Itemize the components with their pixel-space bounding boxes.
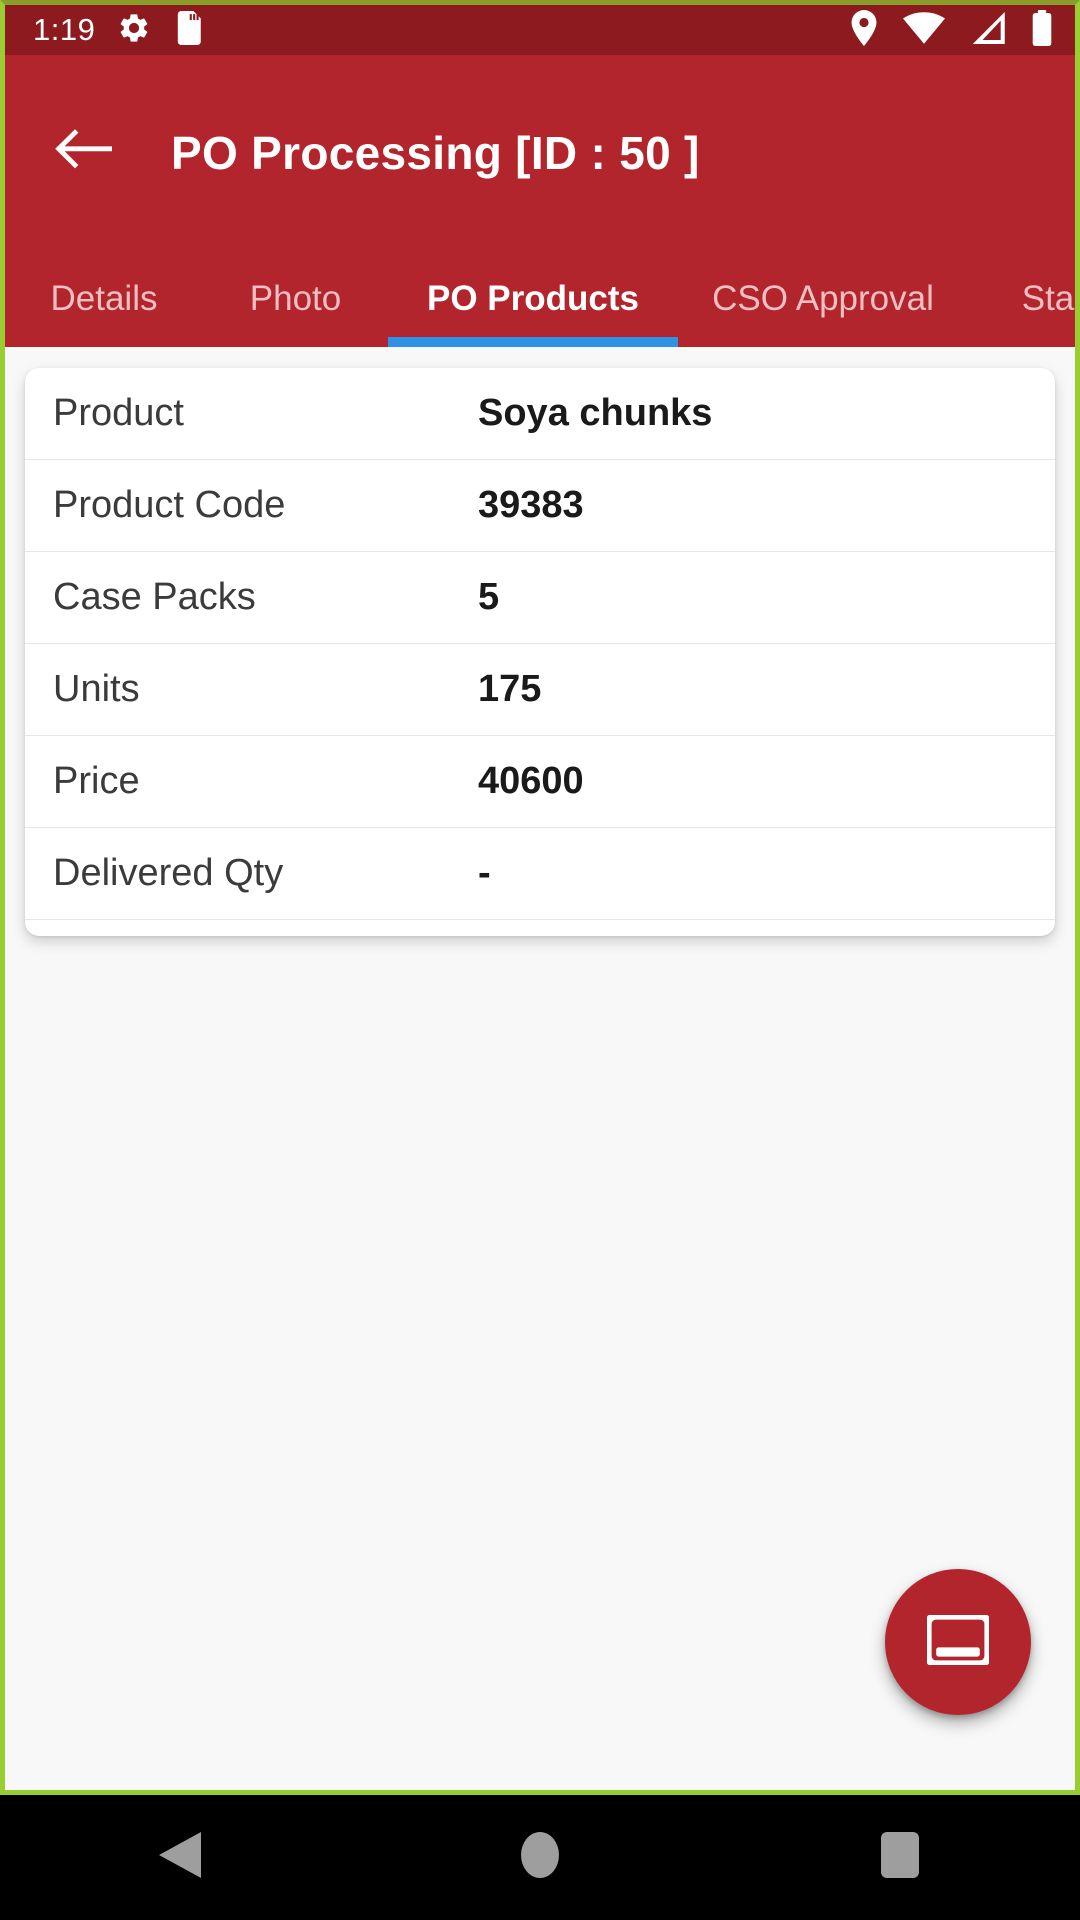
table-row: Units 175 (25, 644, 1055, 736)
system-navigation-bar (0, 1795, 1080, 1920)
location-pin-icon (849, 9, 879, 51)
sd-card-icon (173, 10, 203, 50)
home-circle-icon (521, 1832, 559, 1883)
status-bar-left-group: 1:19 (33, 10, 203, 50)
nav-home-button[interactable] (360, 1795, 720, 1920)
tab-active-indicator (388, 337, 678, 347)
tab-details[interactable]: Details (5, 250, 203, 347)
table-row: Product Soya chunks (25, 368, 1055, 460)
page-title: PO Processing [ID : 50 ] (171, 126, 700, 179)
status-bar-clock: 1:19 (33, 12, 96, 47)
wifi-icon (903, 11, 945, 49)
table-row: Product Code 39383 (25, 460, 1055, 552)
row-label: Delivered Qty (53, 852, 284, 894)
table-row: Delivered Qty - (25, 828, 1055, 920)
tab-status[interactable]: Sta (968, 250, 1075, 347)
row-value: 5 (478, 576, 500, 618)
content-area: Product Soya chunks Product Code 39383 C… (5, 347, 1075, 1790)
battery-icon (1031, 9, 1053, 51)
card-icon (924, 1611, 992, 1670)
floating-action-button[interactable] (885, 1569, 1031, 1715)
nav-recents-button[interactable] (720, 1795, 1080, 1920)
status-bar: 1:19 (5, 5, 1075, 55)
table-row: Price 40600 (25, 736, 1055, 828)
table-row: Case Packs 5 (25, 552, 1055, 644)
device-screen: 1:19 PO Processing [ID: 50] Details Ph… (0, 0, 1080, 1920)
tab-photo[interactable]: Photo (203, 250, 388, 347)
row-label: Product Code (53, 484, 286, 526)
row-value: - (478, 852, 491, 894)
row-label: Case Packs (53, 576, 256, 618)
row-value: 39383 (478, 484, 584, 526)
product-detail-card: Product Soya chunks Product Code 39383 C… (25, 368, 1055, 936)
app-bar: PO Processing [ID : 50 ] (5, 55, 1075, 250)
row-value: 175 (478, 668, 542, 710)
back-button[interactable] (53, 123, 113, 183)
row-label: Units (53, 668, 140, 710)
signal-icon (969, 11, 1007, 49)
row-label: Product (53, 392, 184, 434)
status-bar-right-group (849, 9, 1053, 51)
gear-icon (117, 11, 151, 50)
back-triangle-icon (159, 1832, 201, 1883)
nav-back-button[interactable] (0, 1795, 360, 1920)
tab-po-products[interactable]: PO Products (388, 250, 678, 347)
recents-square-icon (881, 1832, 919, 1883)
arrow-left-icon (54, 128, 112, 177)
row-label: Price (53, 760, 140, 802)
row-value: 40600 (478, 760, 584, 802)
app-window: 1:19 PO Processing [ID: 50] Details Ph… (0, 0, 1080, 1795)
tab-cso-approval[interactable]: CSO Approval (678, 250, 968, 347)
row-value: Soya chunks (478, 392, 713, 434)
tab-bar[interactable]: Details Photo PO Products CSO Approval S… (5, 250, 1075, 347)
